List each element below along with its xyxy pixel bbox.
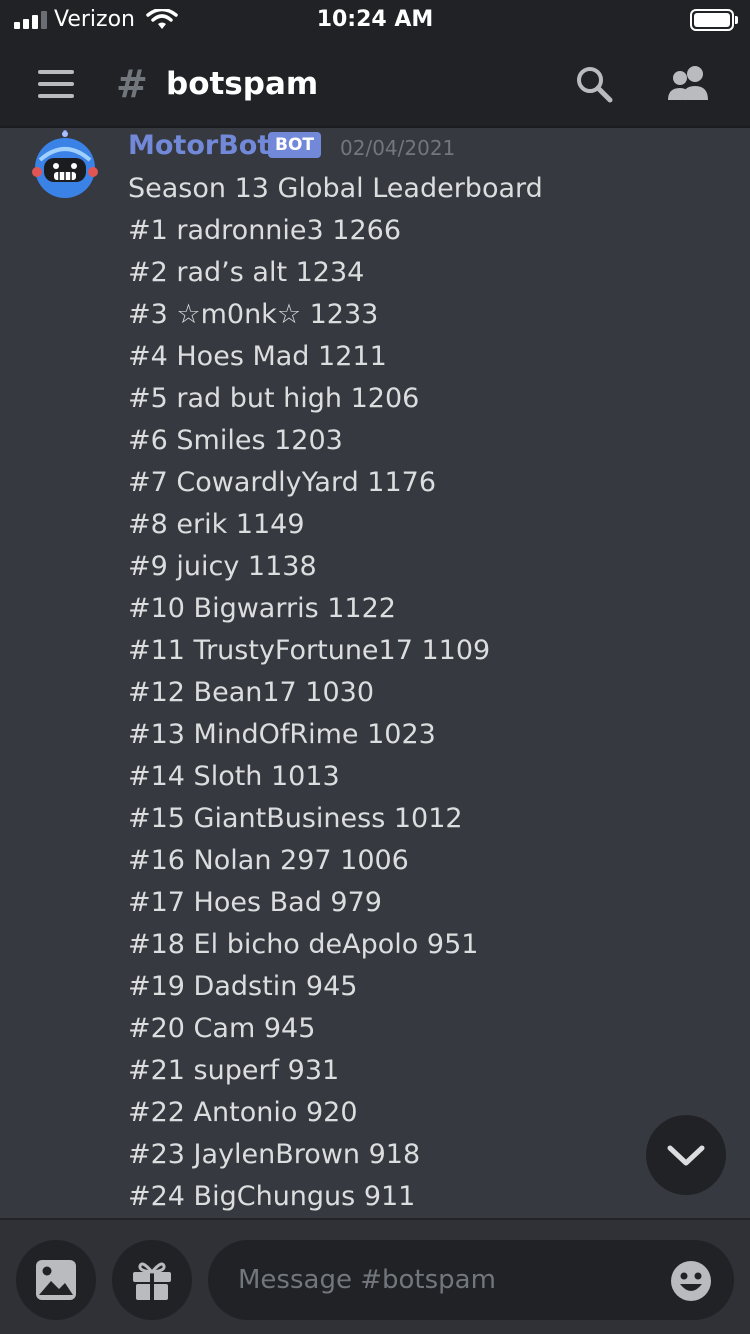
leaderboard-entry: #16 Nolan 297 1006 [128,845,409,876]
members-icon[interactable] [664,64,714,104]
image-icon [36,1260,76,1300]
search-icon[interactable] [574,64,614,104]
battery-icon [690,9,738,31]
leaderboard-entry: #5 rad but high 1206 [128,383,420,414]
bot-badge: BOT [268,132,322,158]
channel-title[interactable]: botspam [166,66,318,102]
leaderboard-entry: #13 MindOfRime 1023 [128,719,436,750]
attach-image-button[interactable] [16,1240,96,1320]
channel-header: # botspam [0,40,750,128]
leaderboard-entry: #21 superf 931 [128,1055,340,1086]
chevron-down-icon [667,1145,705,1166]
leaderboard-entry: #18 El bicho deApolo 951 [128,929,479,960]
leaderboard-entry: #8 erik 1149 [128,509,305,540]
leaderboard-entry: #9 juicy 1138 [128,551,317,582]
leaderboard-entry: #7 CowardlyYard 1176 [128,467,437,498]
leaderboard-entry: #24 BigChungus 911 [128,1181,416,1212]
leaderboard-title: Season 13 Global Leaderboard [128,173,543,204]
leaderboard-entry: #20 Cam 945 [128,1013,316,1044]
leaderboard-entry: #22 Antonio 920 [128,1097,358,1128]
leaderboard-entry: #19 Dadstin 945 [128,971,358,1002]
leaderboard-entry: #11 TrustyFortune17 1109 [128,635,491,666]
leaderboard-entry: #17 Hoes Bad 979 [128,887,382,918]
scroll-to-bottom-button[interactable] [646,1115,726,1195]
message-list[interactable]: MotorBot BOT 02/04/2021 Season 13 Global… [0,130,750,1218]
gift-icon [133,1262,171,1300]
leaderboard-entry: #23 JaylenBrown 918 [128,1139,421,1170]
message-composer [0,1218,750,1334]
hash-icon: # [116,62,148,106]
message-input[interactable] [208,1240,734,1320]
leaderboard-entry: #3 ☆m0nk☆ 1233 [128,299,379,330]
message-author[interactable]: MotorBot [128,130,270,161]
leaderboard-entry: #10 Bigwarris 1122 [128,593,396,624]
leaderboard-entry: #12 Bean17 1030 [128,677,375,708]
leaderboard-entry: #4 Hoes Mad 1211 [128,341,387,372]
menu-icon[interactable] [38,70,74,98]
message-content: Season 13 Global Leaderboard #1 radronnie… [128,168,728,1218]
message-timestamp: 02/04/2021 [340,136,456,160]
leaderboard-entry: #1 radronnie3 1266 [128,215,402,246]
status-bar: Verizon 10:24 AM [0,0,750,40]
leaderboard-entry: #15 GiantBusiness 1012 [128,803,463,834]
emoji-icon[interactable] [670,1260,712,1302]
leaderboard-entry: #2 rad’s alt 1234 [128,257,365,288]
leaderboard-entry: #6 Smiles 1203 [128,425,343,456]
bot-avatar[interactable] [30,130,100,202]
gift-button[interactable] [112,1240,192,1320]
leaderboard-entry: #14 Sloth 1013 [128,761,340,792]
status-time: 10:24 AM [316,7,434,32]
